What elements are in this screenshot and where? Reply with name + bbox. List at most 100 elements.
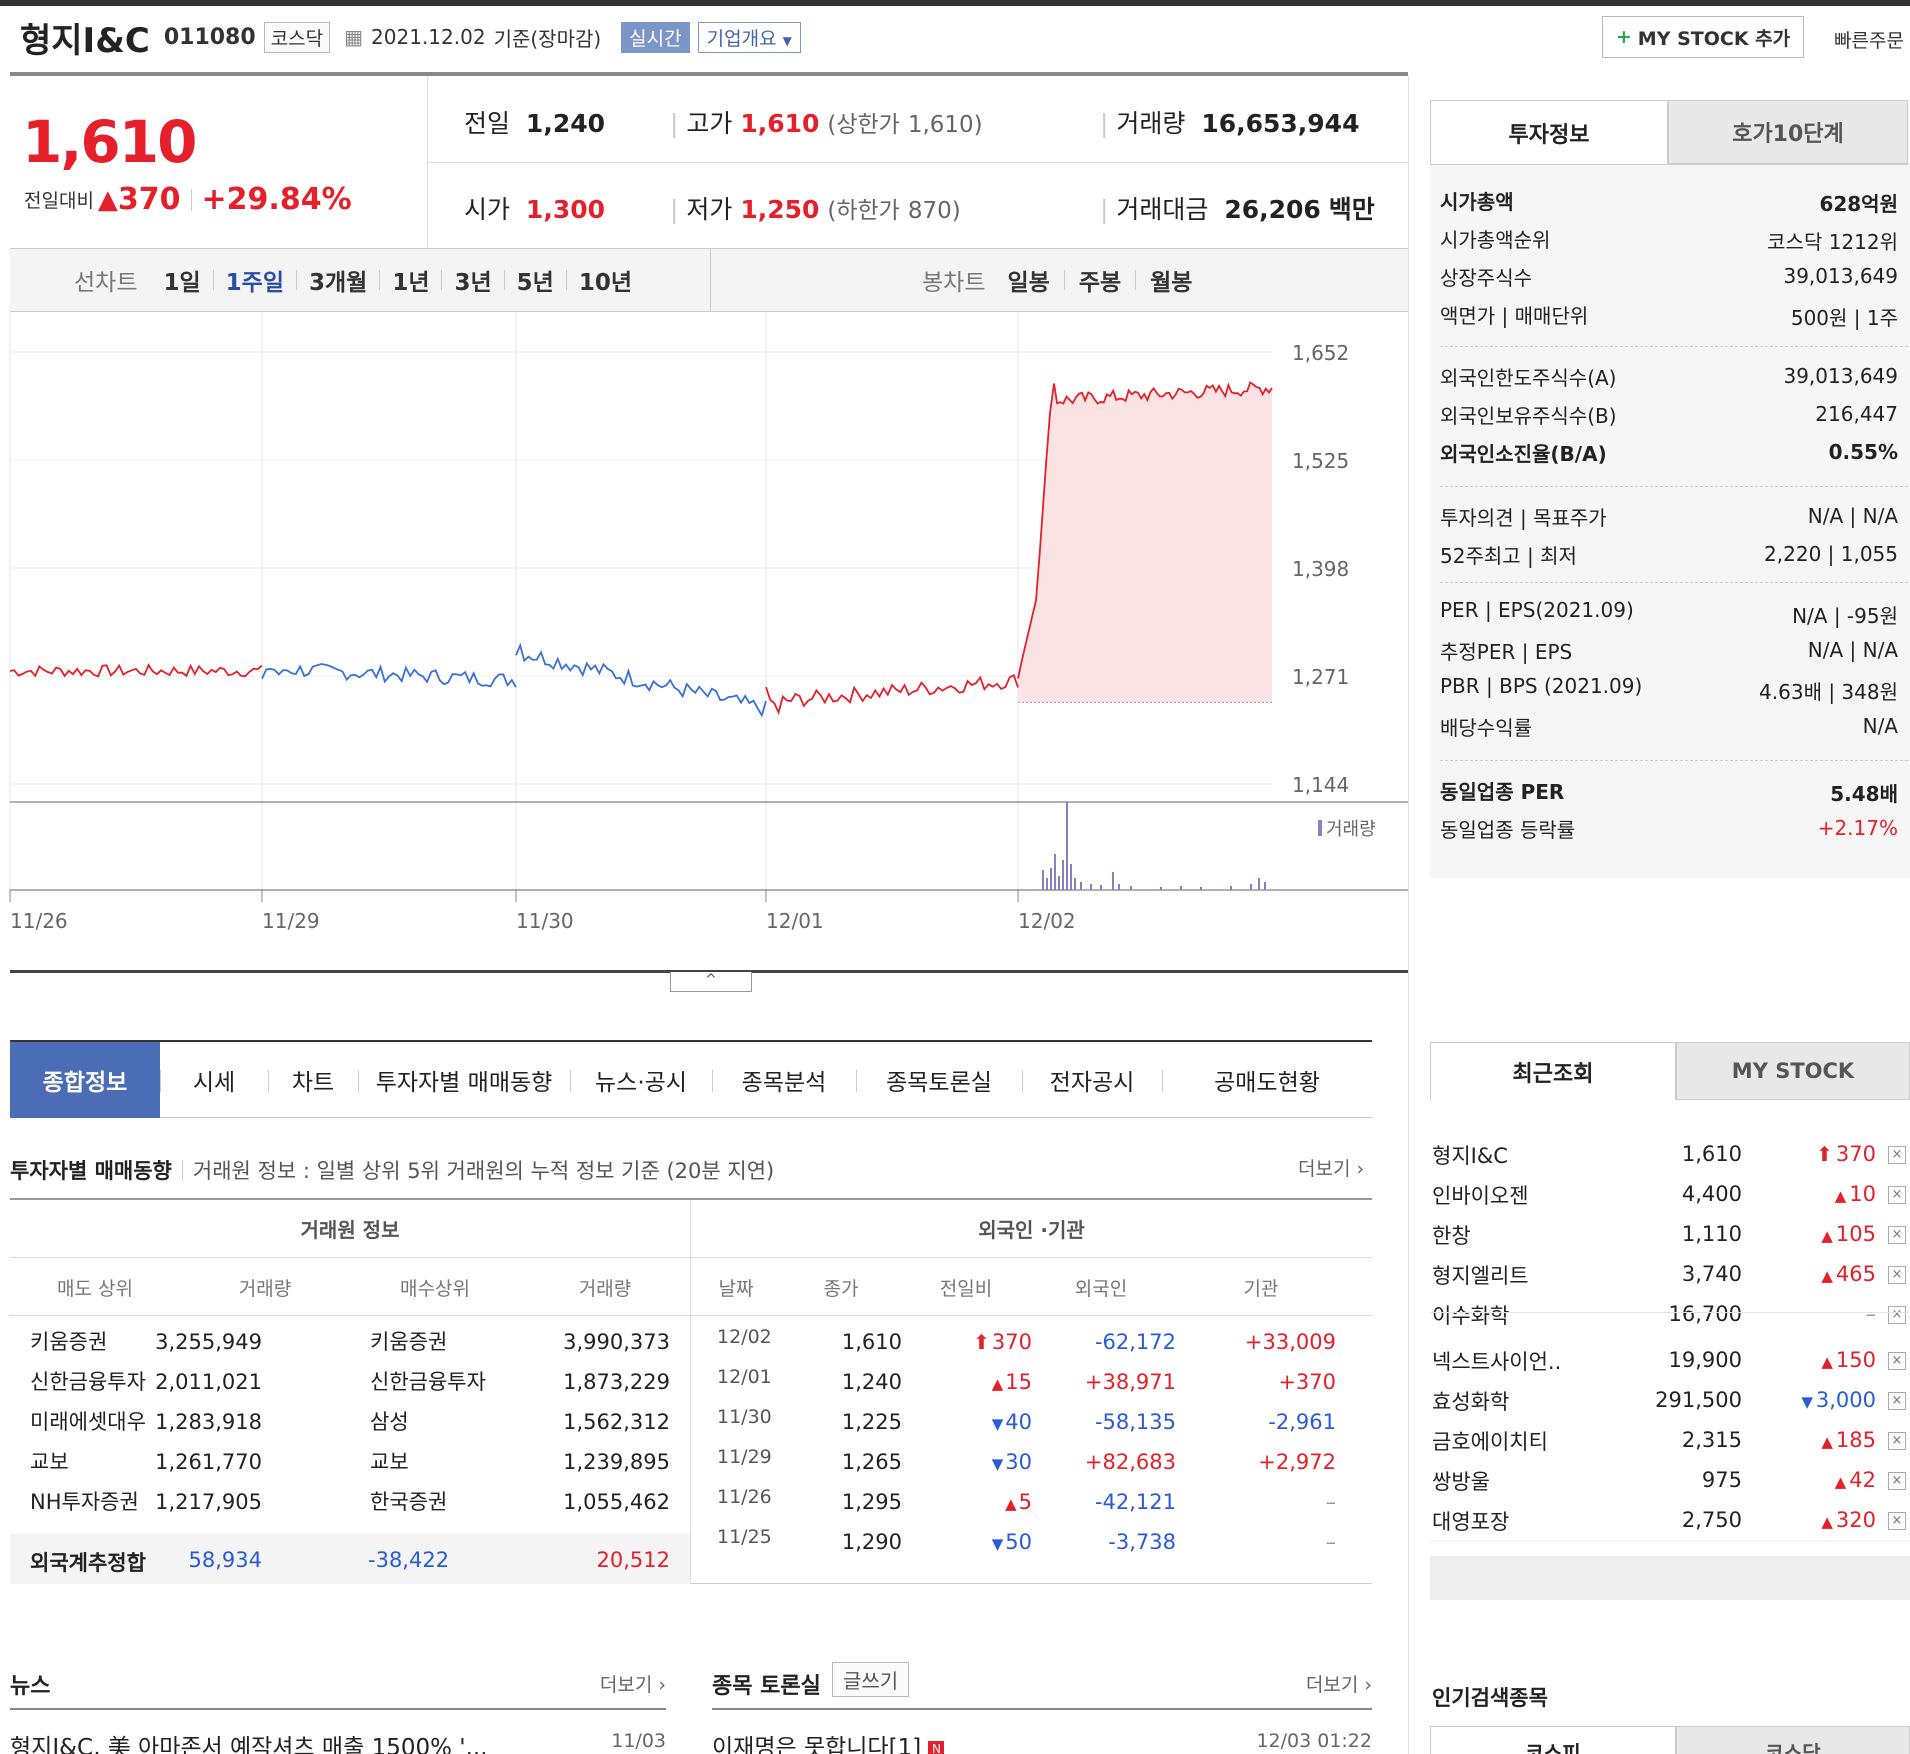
board-more-link[interactable]: 더보기 ›: [1306, 1670, 1372, 1697]
close-icon[interactable]: ×: [1888, 1186, 1906, 1204]
tab-recent[interactable]: 최근조회: [1430, 1042, 1676, 1100]
recent-item[interactable]: 대영포장 2,750 ▲ 320 ×: [1430, 1502, 1910, 1542]
divider: [190, 188, 192, 211]
recent-name: 형지I&C: [1432, 1144, 1508, 1168]
collapse-chart-button[interactable]: ^: [670, 972, 752, 992]
column-header: 전일비: [939, 1278, 993, 1300]
close-icon[interactable]: ×: [1888, 1432, 1906, 1450]
period-tab[interactable]: 1일: [163, 263, 200, 297]
close-icon[interactable]: ×: [1888, 1392, 1906, 1410]
column-header: 거래량: [238, 1278, 292, 1300]
candle-tab[interactable]: 주봉: [1079, 263, 1121, 297]
table-row: 11/30 1,225 ▼40 -58,135 -2,961: [691, 1406, 1372, 1446]
news-item[interactable]: 형지I&C, 美 아마존서 예작셔츠 매출 1500% '... 11/03: [10, 1728, 666, 1754]
row-foreign: -58,135: [1094, 1410, 1176, 1434]
candle-tab[interactable]: 월봉: [1150, 263, 1192, 297]
arrow-up-icon: ▲: [1821, 1513, 1833, 1531]
main-tab[interactable]: 시세: [160, 1042, 268, 1118]
date-basis: 기준(장마감): [493, 26, 602, 51]
candle-tab[interactable]: 일봉: [1007, 263, 1049, 297]
row-change: ▼40: [992, 1410, 1032, 1434]
recent-change-value: 370: [1835, 1142, 1876, 1166]
divider: [1162, 1070, 1163, 1092]
main-tab[interactable]: 전자공시: [1022, 1042, 1162, 1118]
recent-item[interactable]: 넥스트사이언.. 19,900 ▲ 150 ×: [1430, 1342, 1910, 1382]
main-tab[interactable]: 공매도현황: [1162, 1042, 1372, 1118]
period-tab[interactable]: 10년: [579, 263, 632, 297]
main-tab[interactable]: 종목토론실: [856, 1042, 1022, 1118]
buy-volume: 1,239,895: [563, 1450, 670, 1474]
recent-item[interactable]: 금호에이치티 2,315 ▲ 185 ×: [1430, 1422, 1910, 1462]
investor-more-link[interactable]: 더보기 ›: [1298, 1154, 1364, 1181]
recent-price: 16,700: [1668, 1302, 1742, 1326]
close-icon[interactable]: ×: [1888, 1512, 1906, 1530]
divider: [379, 270, 381, 290]
close-icon[interactable]: ×: [1888, 1306, 1906, 1324]
main-tab[interactable]: 차트: [268, 1042, 358, 1118]
high-value: 1,610: [740, 109, 820, 138]
recent-item[interactable]: 효성화학 291,500 ▼ 3,000 ×: [1430, 1382, 1910, 1422]
close-icon[interactable]: ×: [1888, 1352, 1906, 1370]
main-tab[interactable]: 종목분석: [712, 1042, 856, 1118]
main-tab[interactable]: 종합정보: [10, 1042, 160, 1118]
recent-item[interactable]: 쌍방울 975 ▲ 42 ×: [1430, 1462, 1910, 1502]
info-row: 시가총액 628억원: [1440, 184, 1898, 220]
foreign-sum-label: 외국계추정합: [30, 1551, 146, 1575]
realtime-button[interactable]: 실시간: [621, 21, 690, 53]
y-tick-label: 1,652: [1292, 341, 1349, 365]
recent-price: 2,750: [1681, 1508, 1742, 1532]
sell-volume: 2,011,021: [155, 1370, 262, 1394]
add-mystock-label: MY STOCK 추가: [1637, 27, 1791, 50]
arrow-up-icon: ▲: [1834, 1473, 1847, 1491]
divider: [181, 1160, 183, 1180]
info-value: +2.17%: [1817, 816, 1898, 840]
tab-orderbook[interactable]: 호가10단계: [1668, 100, 1908, 164]
seller-name: 신한금융투자: [30, 1370, 146, 1394]
recent-item[interactable]: 인바이오젠 4,400 ▲ 10 ×: [1430, 1176, 1910, 1216]
tab-mystock[interactable]: MY STOCK: [1676, 1042, 1910, 1100]
period-tab[interactable]: 5년: [517, 263, 554, 297]
board-item[interactable]: 이재명은 못합니다[1] N 12/03 01:22: [712, 1728, 1372, 1754]
volume-legend-swatch: [1318, 820, 1322, 836]
broker-header: 거래원 정보: [10, 1200, 690, 1258]
recent-price: 19,900: [1668, 1348, 1742, 1372]
close-icon[interactable]: ×: [1888, 1146, 1906, 1164]
row-date: 12/02: [717, 1326, 772, 1348]
low-price: | 저가 1,250 (하한가 870): [670, 195, 961, 224]
recent-item[interactable]: 이수화학 16,700 – ×: [1430, 1296, 1910, 1336]
news-more-link[interactable]: 더보기 ›: [600, 1670, 666, 1697]
close-icon[interactable]: ×: [1888, 1472, 1906, 1490]
recent-divider: [1430, 1312, 1910, 1313]
price-details: 전일 1,240 | 고가 1,610 (상한가 1,610) | 거래량 16…: [428, 76, 1408, 248]
recent-item[interactable]: 형지I&C 1,610 ⬆ 370 ×: [1430, 1136, 1910, 1176]
period-tab[interactable]: 3년: [454, 263, 491, 297]
foreign-sum-buy: -38,422: [368, 1548, 450, 1572]
divider: [1022, 1070, 1023, 1092]
recent-item[interactable]: 한창 1,110 ▲ 105 ×: [1430, 1216, 1910, 1256]
candle-tabs: 봉차트 일봉 주봉 월봉: [922, 249, 1192, 311]
main-tab[interactable]: 뉴스·공시: [570, 1042, 712, 1118]
divider: [856, 1070, 857, 1092]
write-button[interactable]: 글쓰기: [832, 1662, 910, 1697]
main-tab[interactable]: 투자자별 매매동향: [358, 1042, 570, 1118]
tab-invest-info[interactable]: 투자정보: [1430, 100, 1668, 164]
tab-kospi[interactable]: 코스피: [1430, 1726, 1676, 1754]
period-tab[interactable]: 3개월: [309, 263, 367, 297]
close-icon[interactable]: ×: [1888, 1266, 1906, 1284]
add-mystock-button[interactable]: + MY STOCK 추가: [1602, 16, 1804, 58]
info-value: 0.55%: [1828, 440, 1898, 464]
info-label: 외국인소진율(B/A): [1440, 442, 1607, 466]
quick-order-link[interactable]: 빠른주문: [1834, 26, 1904, 53]
tab-kosdaq[interactable]: 코스닥: [1676, 1726, 1910, 1754]
period-tab[interactable]: 1주일: [226, 263, 284, 297]
divider: [1135, 270, 1137, 290]
main-tab-label: 차트: [291, 1070, 335, 1096]
close-icon[interactable]: ×: [1888, 1226, 1906, 1244]
company-overview-dropdown[interactable]: 기업개요 ▼: [697, 21, 801, 53]
arrow-up-icon: ⬆: [973, 1330, 990, 1354]
recent-change-value: 465: [1835, 1262, 1876, 1286]
period-tab[interactable]: 1년: [392, 263, 429, 297]
recent-item[interactable]: 형지엘리트 3,740 ▲ 465 ×: [1430, 1256, 1910, 1296]
current-price: 1,610: [22, 108, 197, 176]
info-row: 외국인보유주식수(B) 216,447: [1440, 398, 1898, 434]
